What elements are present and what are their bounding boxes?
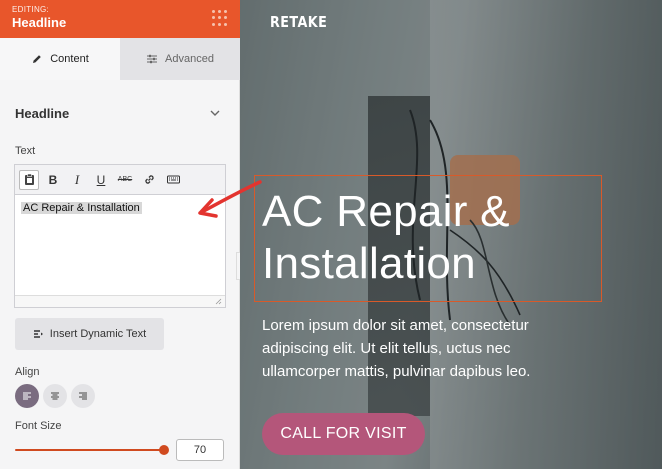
- page-preview: RETAKE AC Repair & Installation Lorem ip…: [240, 0, 662, 469]
- underline-button[interactable]: U: [91, 170, 111, 190]
- keyboard-button[interactable]: [163, 170, 183, 190]
- preview-headline[interactable]: AC Repair & Installation: [262, 186, 602, 290]
- tab-content[interactable]: Content: [0, 38, 120, 80]
- editor-text-value[interactable]: AC Repair & Installation: [21, 202, 142, 214]
- strikethrough-button[interactable]: ABC: [115, 170, 135, 190]
- chevron-down-icon: [210, 110, 220, 116]
- tab-advanced-label: Advanced: [165, 53, 214, 65]
- text-field-label: Text: [15, 145, 36, 157]
- editing-label: EDITING:: [12, 5, 50, 14]
- call-for-visit-button[interactable]: CALL FOR VISIT: [262, 413, 425, 455]
- align-label: Align: [15, 366, 40, 378]
- editing-title: Headline: [12, 15, 67, 30]
- insert-dynamic-text-label: Insert Dynamic Text: [49, 328, 147, 340]
- bold-button[interactable]: B: [43, 170, 63, 190]
- preview-body-text[interactable]: Lorem ipsum dolor sit amet, consectetur …: [262, 314, 562, 383]
- link-button[interactable]: [139, 170, 159, 190]
- paste-icon: [24, 173, 34, 185]
- align-right-button[interactable]: [71, 384, 95, 408]
- editor-topbar: EDITING: Headline: [0, 0, 240, 38]
- align-left-icon: [23, 392, 31, 400]
- font-size-input[interactable]: 70: [176, 439, 224, 461]
- insert-dynamic-text-button[interactable]: Insert Dynamic Text: [15, 318, 164, 350]
- dynamic-text-icon: [33, 329, 43, 338]
- align-left-button[interactable]: [15, 384, 39, 408]
- font-size-slider[interactable]: [15, 443, 169, 457]
- section-title: Headline: [15, 106, 70, 121]
- keyboard-icon: [166, 175, 180, 184]
- editor-sidebar: EDITING: Headline Content Advanced Headl…: [0, 0, 240, 469]
- align-options: [15, 384, 95, 408]
- tab-advanced[interactable]: Advanced: [120, 38, 240, 80]
- font-size-label: Font Size: [15, 420, 62, 432]
- editor-status-bar: [15, 295, 225, 307]
- settings-tabs: Content Advanced: [0, 38, 240, 80]
- editor-toolbar: B I U ABC: [15, 165, 225, 195]
- slider-track: [15, 449, 165, 451]
- tab-content-label: Content: [50, 53, 89, 65]
- pencil-icon: [33, 55, 42, 63]
- resize-handle-icon[interactable]: [215, 298, 222, 305]
- text-editor[interactable]: B I U ABC AC Repair & Installation: [14, 164, 226, 308]
- headline-section-toggle[interactable]: Headline: [15, 105, 227, 123]
- align-center-button[interactable]: [43, 384, 67, 408]
- slider-thumb[interactable]: [159, 445, 169, 455]
- paste-button[interactable]: [19, 169, 39, 190]
- italic-button[interactable]: I: [67, 170, 87, 190]
- align-right-icon: [79, 392, 87, 400]
- drag-grip-icon[interactable]: [212, 10, 228, 26]
- sliders-icon: [147, 54, 158, 64]
- align-center-icon: [51, 392, 59, 400]
- annotation-arrow: [198, 180, 262, 218]
- site-logo[interactable]: RETAKE: [270, 13, 327, 31]
- link-icon: [144, 175, 154, 184]
